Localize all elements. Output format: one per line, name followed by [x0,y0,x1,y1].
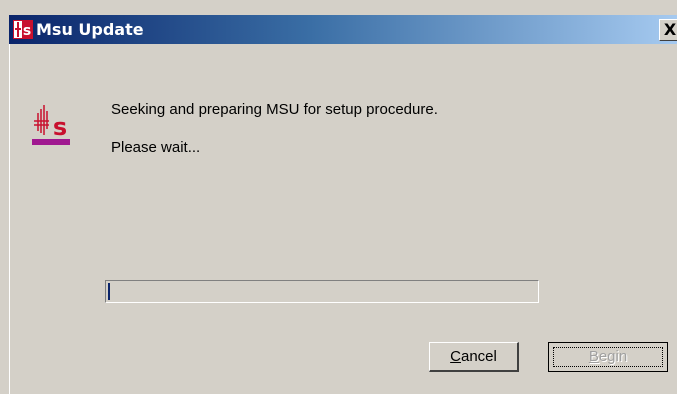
svg-text:s: s [23,23,31,39]
progress-bar [105,280,539,303]
msu-update-dialog: s Msu Update X s Seeking and preparing M… [0,0,677,395]
svg-text:s: s [53,113,67,141]
begin-label: egin [598,348,628,365]
cancel-mnemonic: C [450,348,461,365]
window-title: Msu Update [36,20,144,39]
msu-logo-icon: s [32,105,70,145]
title-bar[interactable]: s Msu Update X [9,15,677,44]
cancel-button[interactable]: Cancel [429,342,519,372]
begin-button[interactable]: Begin [548,342,668,372]
close-button[interactable]: X [659,19,677,41]
progress-fill [108,283,110,300]
wait-message: Please wait... [111,139,201,156]
msu-logo-icon: s [13,20,33,39]
cancel-label: ancel [460,348,497,365]
status-message: Seeking and preparing MSU for setup proc… [111,101,438,118]
begin-mnemonic: B [588,348,599,365]
window-edge [9,44,10,395]
close-icon: X [663,20,677,39]
